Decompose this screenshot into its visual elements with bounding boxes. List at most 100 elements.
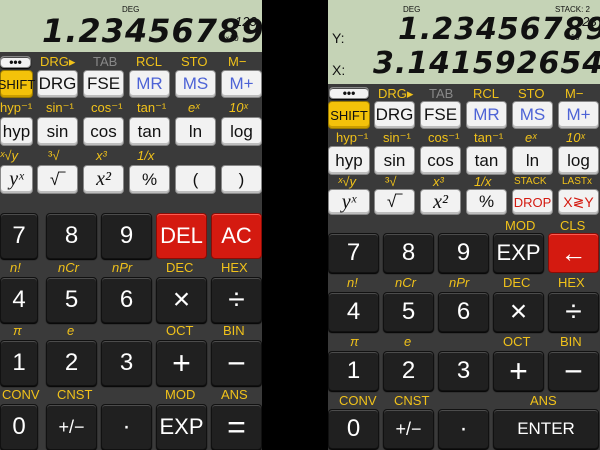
- hyp-inv-label: hyp⁻¹: [0, 100, 33, 115]
- xroot-label: ˣ√y: [338, 174, 357, 189]
- x-register-value: 3.141592654: [373, 46, 600, 81]
- ac-button[interactable]: AC: [211, 213, 262, 259]
- sin-button[interactable]: sin: [37, 117, 78, 146]
- divide-button[interactable]: ÷: [548, 292, 599, 332]
- digit-0-button[interactable]: 0: [328, 409, 379, 449]
- plus-button[interactable]: +: [493, 351, 544, 391]
- shift-button[interactable]: SHIFT: [328, 101, 370, 129]
- digit-9-button[interactable]: 9: [438, 233, 489, 273]
- sqrt-button[interactable]: √‾: [374, 189, 415, 215]
- m-plus-button[interactable]: M+: [221, 70, 262, 98]
- ten-pow-label: 10ˣ: [229, 100, 248, 115]
- plus-button[interactable]: +: [156, 340, 207, 386]
- mr-button[interactable]: MR: [466, 101, 507, 129]
- digit-0-button[interactable]: 0: [0, 404, 38, 450]
- power-button[interactable]: yˣ: [328, 189, 370, 215]
- square-button[interactable]: x²: [83, 165, 124, 194]
- digit-3-button[interactable]: 3: [101, 340, 152, 386]
- tan-button[interactable]: tan: [466, 146, 507, 175]
- hyp-button[interactable]: hyp: [0, 117, 33, 146]
- digit-4-button[interactable]: 4: [0, 277, 38, 323]
- hyp-button[interactable]: hyp: [328, 146, 370, 175]
- hex-label: HEX: [221, 260, 248, 275]
- ans-label: ANS: [530, 393, 557, 408]
- m-minus-label: M−: [565, 86, 584, 101]
- swap-xy-button[interactable]: X≷Y: [558, 189, 599, 215]
- digit-2-button[interactable]: 2: [383, 351, 434, 391]
- digit-6-button[interactable]: 6: [438, 292, 489, 332]
- e-const-label: e: [67, 323, 75, 338]
- shift-button[interactable]: SHIFT: [0, 70, 35, 98]
- digit-9-button[interactable]: 9: [101, 213, 152, 259]
- decimal-point-button[interactable]: ·: [438, 409, 489, 449]
- mr-button[interactable]: MR: [129, 70, 170, 98]
- bin-label: BIN: [223, 323, 245, 338]
- decimal-point-button[interactable]: ·: [101, 404, 152, 450]
- cube-label: x³: [96, 148, 107, 163]
- recip-label: 1/x: [474, 174, 492, 189]
- digit-4-button[interactable]: 4: [328, 292, 379, 332]
- exponent-value: 123: [235, 14, 257, 29]
- del-button[interactable]: DEL: [156, 213, 207, 259]
- digit-5-button[interactable]: 5: [383, 292, 434, 332]
- digit-8-button[interactable]: 8: [383, 233, 434, 273]
- digit-7-button[interactable]: 7: [328, 233, 379, 273]
- ln-button[interactable]: ln: [512, 146, 553, 175]
- plus-minus-button[interactable]: +/−: [46, 404, 97, 450]
- log-button[interactable]: log: [558, 146, 599, 175]
- digit-1-button[interactable]: 1: [328, 351, 379, 391]
- ms-button[interactable]: MS: [175, 70, 216, 98]
- digit-8-button[interactable]: 8: [46, 213, 97, 259]
- stack-label: STACK: [514, 176, 547, 187]
- digit-5-button[interactable]: 5: [46, 277, 97, 323]
- percent-button[interactable]: %: [466, 189, 507, 215]
- drg-button[interactable]: DRG: [374, 101, 415, 129]
- sqrt-button[interactable]: √‾: [37, 165, 78, 194]
- ln-button[interactable]: ln: [175, 117, 216, 146]
- percent-button[interactable]: %: [129, 165, 170, 194]
- minus-button[interactable]: −: [548, 351, 599, 391]
- power-button[interactable]: yˣ: [0, 165, 33, 194]
- menu-button[interactable]: •••: [329, 86, 369, 100]
- drop-button[interactable]: DROP: [512, 189, 553, 215]
- acos-label: cos⁻¹: [428, 130, 460, 145]
- m-plus-button[interactable]: M+: [558, 101, 599, 129]
- digit-6-button[interactable]: 6: [101, 277, 152, 323]
- divide-button[interactable]: ÷: [211, 277, 262, 323]
- cos-button[interactable]: cos: [420, 146, 461, 175]
- conv-label: CONV: [339, 393, 377, 408]
- square-button[interactable]: x²: [420, 189, 461, 215]
- digit-3-button[interactable]: 3: [438, 351, 489, 391]
- digit-7-button[interactable]: 7: [0, 213, 38, 259]
- atan-label: tan⁻¹: [474, 130, 504, 145]
- enter-button[interactable]: ENTER: [493, 409, 599, 449]
- menu-button[interactable]: •••: [0, 55, 31, 69]
- backspace-button[interactable]: ←: [548, 233, 599, 273]
- fse-button[interactable]: FSE: [420, 101, 461, 129]
- minus-button[interactable]: −: [211, 340, 262, 386]
- dec-label: DEC: [503, 275, 531, 290]
- drg-button[interactable]: DRG: [37, 70, 78, 98]
- digit-2-button[interactable]: 2: [46, 340, 97, 386]
- exp-button[interactable]: EXP: [156, 404, 207, 450]
- tan-button[interactable]: tan: [129, 117, 170, 146]
- cos-button[interactable]: cos: [83, 117, 124, 146]
- open-paren-button[interactable]: (: [175, 165, 216, 194]
- ms-button[interactable]: MS: [512, 101, 553, 129]
- plus-minus-button[interactable]: +/−: [383, 409, 434, 449]
- exp-button[interactable]: EXP: [493, 233, 544, 273]
- hex-label: HEX: [558, 275, 585, 290]
- log-button[interactable]: log: [221, 117, 262, 146]
- equals-button[interactable]: =: [211, 404, 262, 450]
- sin-button[interactable]: sin: [374, 146, 415, 175]
- digit-1-button[interactable]: 1: [0, 340, 38, 386]
- close-paren-button[interactable]: ): [221, 165, 262, 194]
- multiply-button[interactable]: ×: [493, 292, 544, 332]
- ans-label: ANS: [221, 387, 248, 402]
- fse-button[interactable]: FSE: [83, 70, 124, 98]
- oct-label: OCT: [166, 323, 194, 338]
- recip-label: 1/x: [137, 148, 155, 163]
- cnst-label: CNST: [394, 393, 430, 408]
- multiply-button[interactable]: ×: [156, 277, 207, 323]
- conv-label: CONV: [2, 387, 40, 402]
